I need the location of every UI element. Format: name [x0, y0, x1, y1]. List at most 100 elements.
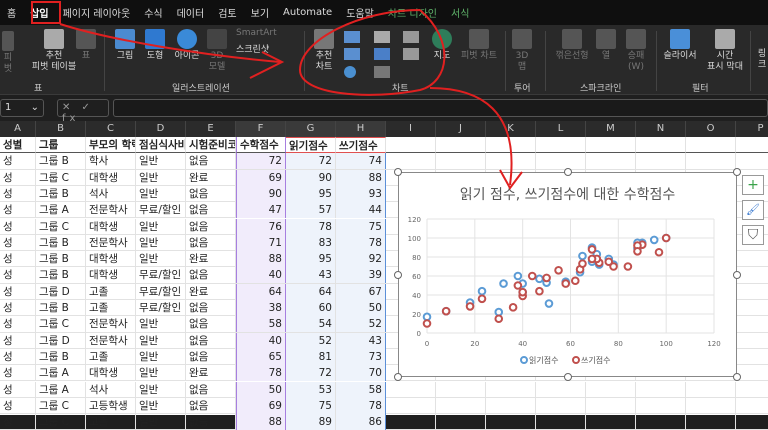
cell[interactable]: 그룹 A — [36, 365, 86, 382]
cell[interactable] — [386, 137, 436, 153]
resize-handle[interactable] — [394, 270, 402, 279]
cell[interactable]: 성 — [0, 234, 36, 251]
statistic-chart-icon[interactable] — [373, 48, 390, 61]
cell[interactable]: 완료 — [186, 365, 236, 382]
resize-handle[interactable] — [394, 168, 402, 176]
cell[interactable]: 그룹 B — [36, 300, 86, 316]
cell[interactable] — [486, 137, 536, 153]
cell[interactable] — [736, 137, 768, 153]
cell[interactable] — [586, 414, 636, 430]
cell[interactable]: 64 — [286, 283, 336, 300]
cell[interactable]: 없음 — [186, 185, 236, 202]
cell[interactable]: 그룹 C — [36, 218, 86, 235]
recommended-pivot-button[interactable]: 추천 피벗 테이블 — [30, 29, 78, 73]
cell[interactable]: 그룹 B — [36, 153, 86, 170]
cell[interactable]: 없음 — [186, 267, 236, 284]
column-header[interactable]: P — [736, 121, 768, 137]
cell[interactable]: 일반 — [136, 414, 186, 430]
cell[interactable] — [536, 381, 586, 398]
cell[interactable] — [736, 251, 768, 267]
cell[interactable]: 그룹 A — [36, 202, 86, 219]
cell[interactable]: 58 — [336, 381, 386, 398]
cell[interactable] — [636, 397, 686, 414]
cell[interactable]: 점심식사비용 — [136, 137, 186, 153]
cell[interactable]: 대학생 — [86, 218, 136, 235]
cell[interactable]: 성 — [0, 202, 36, 219]
cell[interactable]: 78 — [336, 234, 386, 251]
cell[interactable]: 일반 — [136, 251, 186, 268]
cell[interactable]: 43 — [286, 267, 336, 284]
cell[interactable]: 그룹 C — [36, 169, 86, 186]
column-header[interactable]: N — [636, 121, 686, 137]
cell[interactable]: 일반 — [136, 348, 186, 365]
cell[interactable]: 성별 — [0, 137, 36, 153]
cell[interactable] — [486, 397, 536, 414]
cell[interactable]: 완료 — [186, 169, 236, 186]
cell[interactable]: 성 — [0, 185, 36, 202]
cell[interactable]: 95 — [286, 185, 336, 202]
cell[interactable] — [686, 137, 736, 153]
recommended-chart-button[interactable]: 추천 차트 — [310, 29, 338, 73]
cell[interactable] — [386, 397, 436, 414]
column-header[interactable]: C — [86, 121, 136, 137]
cell[interactable]: 88 — [236, 251, 286, 268]
column-header[interactable]: H — [336, 121, 386, 137]
cell[interactable]: 90 — [236, 185, 286, 202]
cell[interactable]: 일반 — [136, 169, 186, 186]
cell[interactable]: 일반 — [136, 381, 186, 398]
cell[interactable] — [536, 397, 586, 414]
cell[interactable] — [436, 381, 486, 398]
cell[interactable]: 성 — [0, 332, 36, 349]
cell[interactable]: 78 — [236, 365, 286, 382]
icon-button[interactable]: 아이콘 — [170, 29, 204, 62]
cell[interactable]: 76 — [236, 218, 286, 235]
cell[interactable]: 73 — [336, 348, 386, 365]
combo-chart-icon[interactable] — [403, 48, 420, 61]
menu-tab-1[interactable]: 삽입 — [23, 5, 55, 20]
slicer-button[interactable]: 슬라이서 — [660, 29, 700, 62]
cell[interactable] — [736, 316, 768, 332]
cell[interactable] — [536, 414, 586, 430]
cell[interactable]: 그룹 — [36, 137, 86, 153]
cell[interactable] — [386, 381, 436, 398]
cell[interactable]: 읽기점수 — [286, 137, 336, 153]
cell[interactable]: 고등학생 — [86, 397, 136, 414]
resize-handle[interactable] — [394, 373, 402, 381]
screenshot-button[interactable]: 스크린샷 — [236, 45, 296, 56]
column-header[interactable]: A — [0, 121, 36, 137]
sparkline-line-button[interactable]: 꺾은선형 — [552, 29, 592, 62]
table-button[interactable]: 표 — [72, 29, 100, 62]
cell[interactable]: 43 — [336, 332, 386, 349]
cell[interactable] — [486, 381, 536, 398]
cell[interactable] — [636, 381, 686, 398]
column-header[interactable]: F — [236, 121, 286, 137]
cell[interactable]: 대학생 — [86, 169, 136, 186]
resize-handle[interactable] — [733, 270, 741, 279]
cell[interactable]: 일반 — [136, 234, 186, 251]
cell[interactable]: 성 — [0, 283, 36, 300]
cell[interactable] — [586, 381, 636, 398]
cell[interactable]: 50 — [236, 381, 286, 398]
cell[interactable]: 그룹 B — [36, 185, 86, 202]
menu-tab-6[interactable]: 보기 — [244, 5, 276, 20]
cell[interactable] — [586, 153, 636, 170]
cell[interactable]: 52 — [336, 316, 386, 333]
scatter-chart-icon[interactable] — [373, 65, 390, 78]
cell[interactable]: 무료/할인 — [136, 202, 186, 219]
cell[interactable]: 64 — [236, 283, 286, 300]
formula-input[interactable] — [113, 99, 768, 117]
menu-tab-2[interactable]: 페이지 레이아웃 — [56, 5, 138, 20]
map-chart-button[interactable]: 지도 — [430, 29, 454, 62]
cell[interactable]: 65 — [236, 348, 286, 365]
menu-tab-7[interactable]: Automate — [276, 7, 339, 18]
cell[interactable] — [736, 382, 768, 398]
cell[interactable]: 성 — [0, 300, 36, 316]
cell[interactable]: 성 — [0, 381, 36, 398]
cell[interactable]: 93 — [336, 185, 386, 202]
cell[interactable] — [686, 153, 736, 170]
cell[interactable]: 75 — [336, 218, 386, 235]
cell[interactable]: 44 — [336, 202, 386, 219]
column-header[interactable]: G — [286, 121, 336, 137]
pivot-table-button[interactable]: 피벗 — [0, 31, 16, 75]
3d-model-button[interactable]: 3D 모델 — [206, 29, 228, 73]
